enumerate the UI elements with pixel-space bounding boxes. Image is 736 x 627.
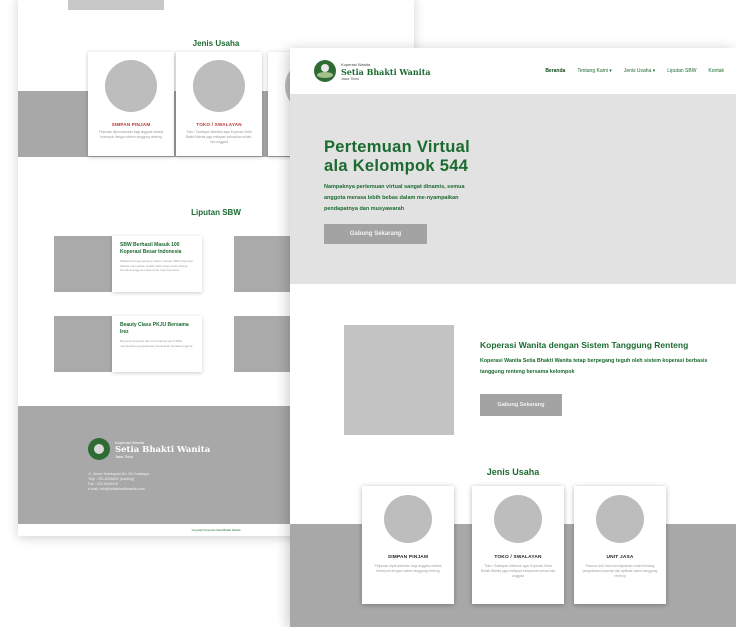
service-image-placeholder: [105, 60, 157, 112]
news-item[interactable]: [234, 316, 294, 372]
service-title: TOKO / SWALAYAN: [196, 122, 242, 127]
top-placeholder: [68, 0, 164, 10]
news-image-placeholder: [54, 316, 112, 372]
cooperative-logo-icon: [88, 438, 110, 460]
about-description: Koperasi Wanita Setia Bhakti Wanita teta…: [480, 358, 708, 375]
nav-menu: Beranda Tentang Kami ▾ Jenis Usaha ▾ Lip…: [545, 68, 724, 74]
service-card[interactable]: TOKO / SWALAYAN Toko / Swalayan dibentuk…: [472, 486, 564, 604]
service-title: TOKO / SWALAYAN: [494, 555, 542, 560]
footer-logo[interactable]: Koperasi Wanita Setia Bhakti Wanita Jawa…: [88, 438, 210, 460]
jenis-usaha-title: Jenis Usaha: [486, 467, 540, 477]
service-desc: Pinjaman diperuntukkan bagi anggota mela…: [98, 130, 164, 139]
news-item[interactable]: [234, 236, 294, 292]
service-card[interactable]: UNIT JASA Pesona Unit Jasa mendapatkan m…: [574, 486, 666, 604]
front-page-mockup: Koperasi Wanita Setia Bhakti Wanita Jawa…: [290, 48, 736, 627]
news-image-placeholder: [234, 316, 292, 372]
service-image-placeholder: [384, 495, 432, 543]
nav-item-tentang-kami[interactable]: Tentang Kami ▾: [577, 68, 611, 74]
hero-description: Nampaknya pertemuan virtual sangat dinam…: [324, 184, 465, 212]
about-image-placeholder: [344, 325, 454, 435]
service-card[interactable]: SIMPAN PINJAM Pinjaman diperuntukkan bag…: [362, 486, 454, 604]
service-title: SIMPAN PINJAM: [111, 122, 151, 127]
news-title[interactable]: Beauty Class PKJU Bersama Irez: [120, 322, 194, 336]
about-join-button[interactable]: Gabung Sekarang: [480, 394, 562, 416]
service-image-placeholder: [596, 495, 644, 543]
navbar: Koperasi Wanita Setia Bhakti Wanita Jawa…: [290, 48, 736, 94]
logo-region: Jawa Timur: [341, 76, 360, 81]
site-logo[interactable]: Koperasi Wanita Setia Bhakti Wanita Jawa…: [314, 60, 431, 82]
service-desc: Toko / Swalayan dibentuk agar Koperasi S…: [480, 564, 556, 578]
design-mockup-stage: Jenis Usaha SIMPAN PINJAM Pinjaman diper…: [0, 0, 736, 627]
service-card[interactable]: TOKO / SWALAYAN Toko / Swalayan dibentuk…: [176, 52, 262, 156]
service-desc: Pesona Unit Jasa mendapatkan materi tent…: [582, 564, 658, 578]
nav-item-beranda[interactable]: Beranda: [545, 68, 565, 74]
service-desc: Toko / Swalayan dibentuk agar Koperasi S…: [185, 130, 253, 144]
service-image-placeholder: [193, 60, 245, 112]
hero-title: Pertemuan Virtual ala Kelompok 544: [324, 138, 471, 175]
news-image-placeholder: [54, 236, 112, 292]
service-image-placeholder: [494, 495, 542, 543]
hero-join-button[interactable]: Gabung Sekarang: [324, 224, 427, 244]
news-desc: Bersama koperasi dan irez bekerja sama S…: [120, 339, 193, 348]
news-text-box: SBW Berhasil Masuk 100 Koperasi Besar In…: [112, 236, 202, 292]
logo-title: Setia Bhakti Wanita: [115, 444, 211, 455]
service-card[interactable]: SIMPAN PINJAM Pinjaman diperuntukkan bag…: [88, 52, 174, 156]
nav-item-jenis-usaha[interactable]: Jenis Usaha ▾: [624, 68, 655, 74]
cooperative-logo-icon: [314, 60, 336, 82]
service-title: UNIT JASA: [606, 555, 634, 560]
news-image-placeholder: [234, 236, 292, 292]
nav-item-liputan-sbw[interactable]: Liputan SBW: [667, 68, 696, 74]
nav-item-kontak[interactable]: Kontak: [708, 68, 724, 74]
hero-banner: Pertemuan Virtual ala Kelompok 544 Nampa…: [290, 94, 736, 284]
logo-title: Setia Bhakti Wanita: [341, 66, 431, 77]
service-desc: Pinjaman diperuntukkan bagi anggota mela…: [374, 564, 442, 573]
logo-region: Jawa Timur: [115, 454, 134, 459]
news-desc: Wadah berbagi peluang usaha, sebuah SBW …: [120, 259, 193, 272]
jenis-usaha-title: Jenis Usaha: [192, 39, 240, 48]
email-line[interactable]: e-mail: info@setiabhaktiwanita.com: [88, 487, 149, 492]
about-title: Koperasi Wanita dengan Sistem Tanggung R…: [480, 340, 689, 350]
footer-address: Jl. Jemur Handayani No. 55 Surabaya Telp…: [88, 472, 149, 492]
news-text-box: Beauty Class PKJU Bersama Irez Bersama k…: [112, 316, 202, 372]
news-title[interactable]: SBW Berhasil Masuk 100 Koperasi Besar In…: [120, 242, 194, 256]
service-title: SIMPAN PINJAM: [387, 555, 429, 560]
